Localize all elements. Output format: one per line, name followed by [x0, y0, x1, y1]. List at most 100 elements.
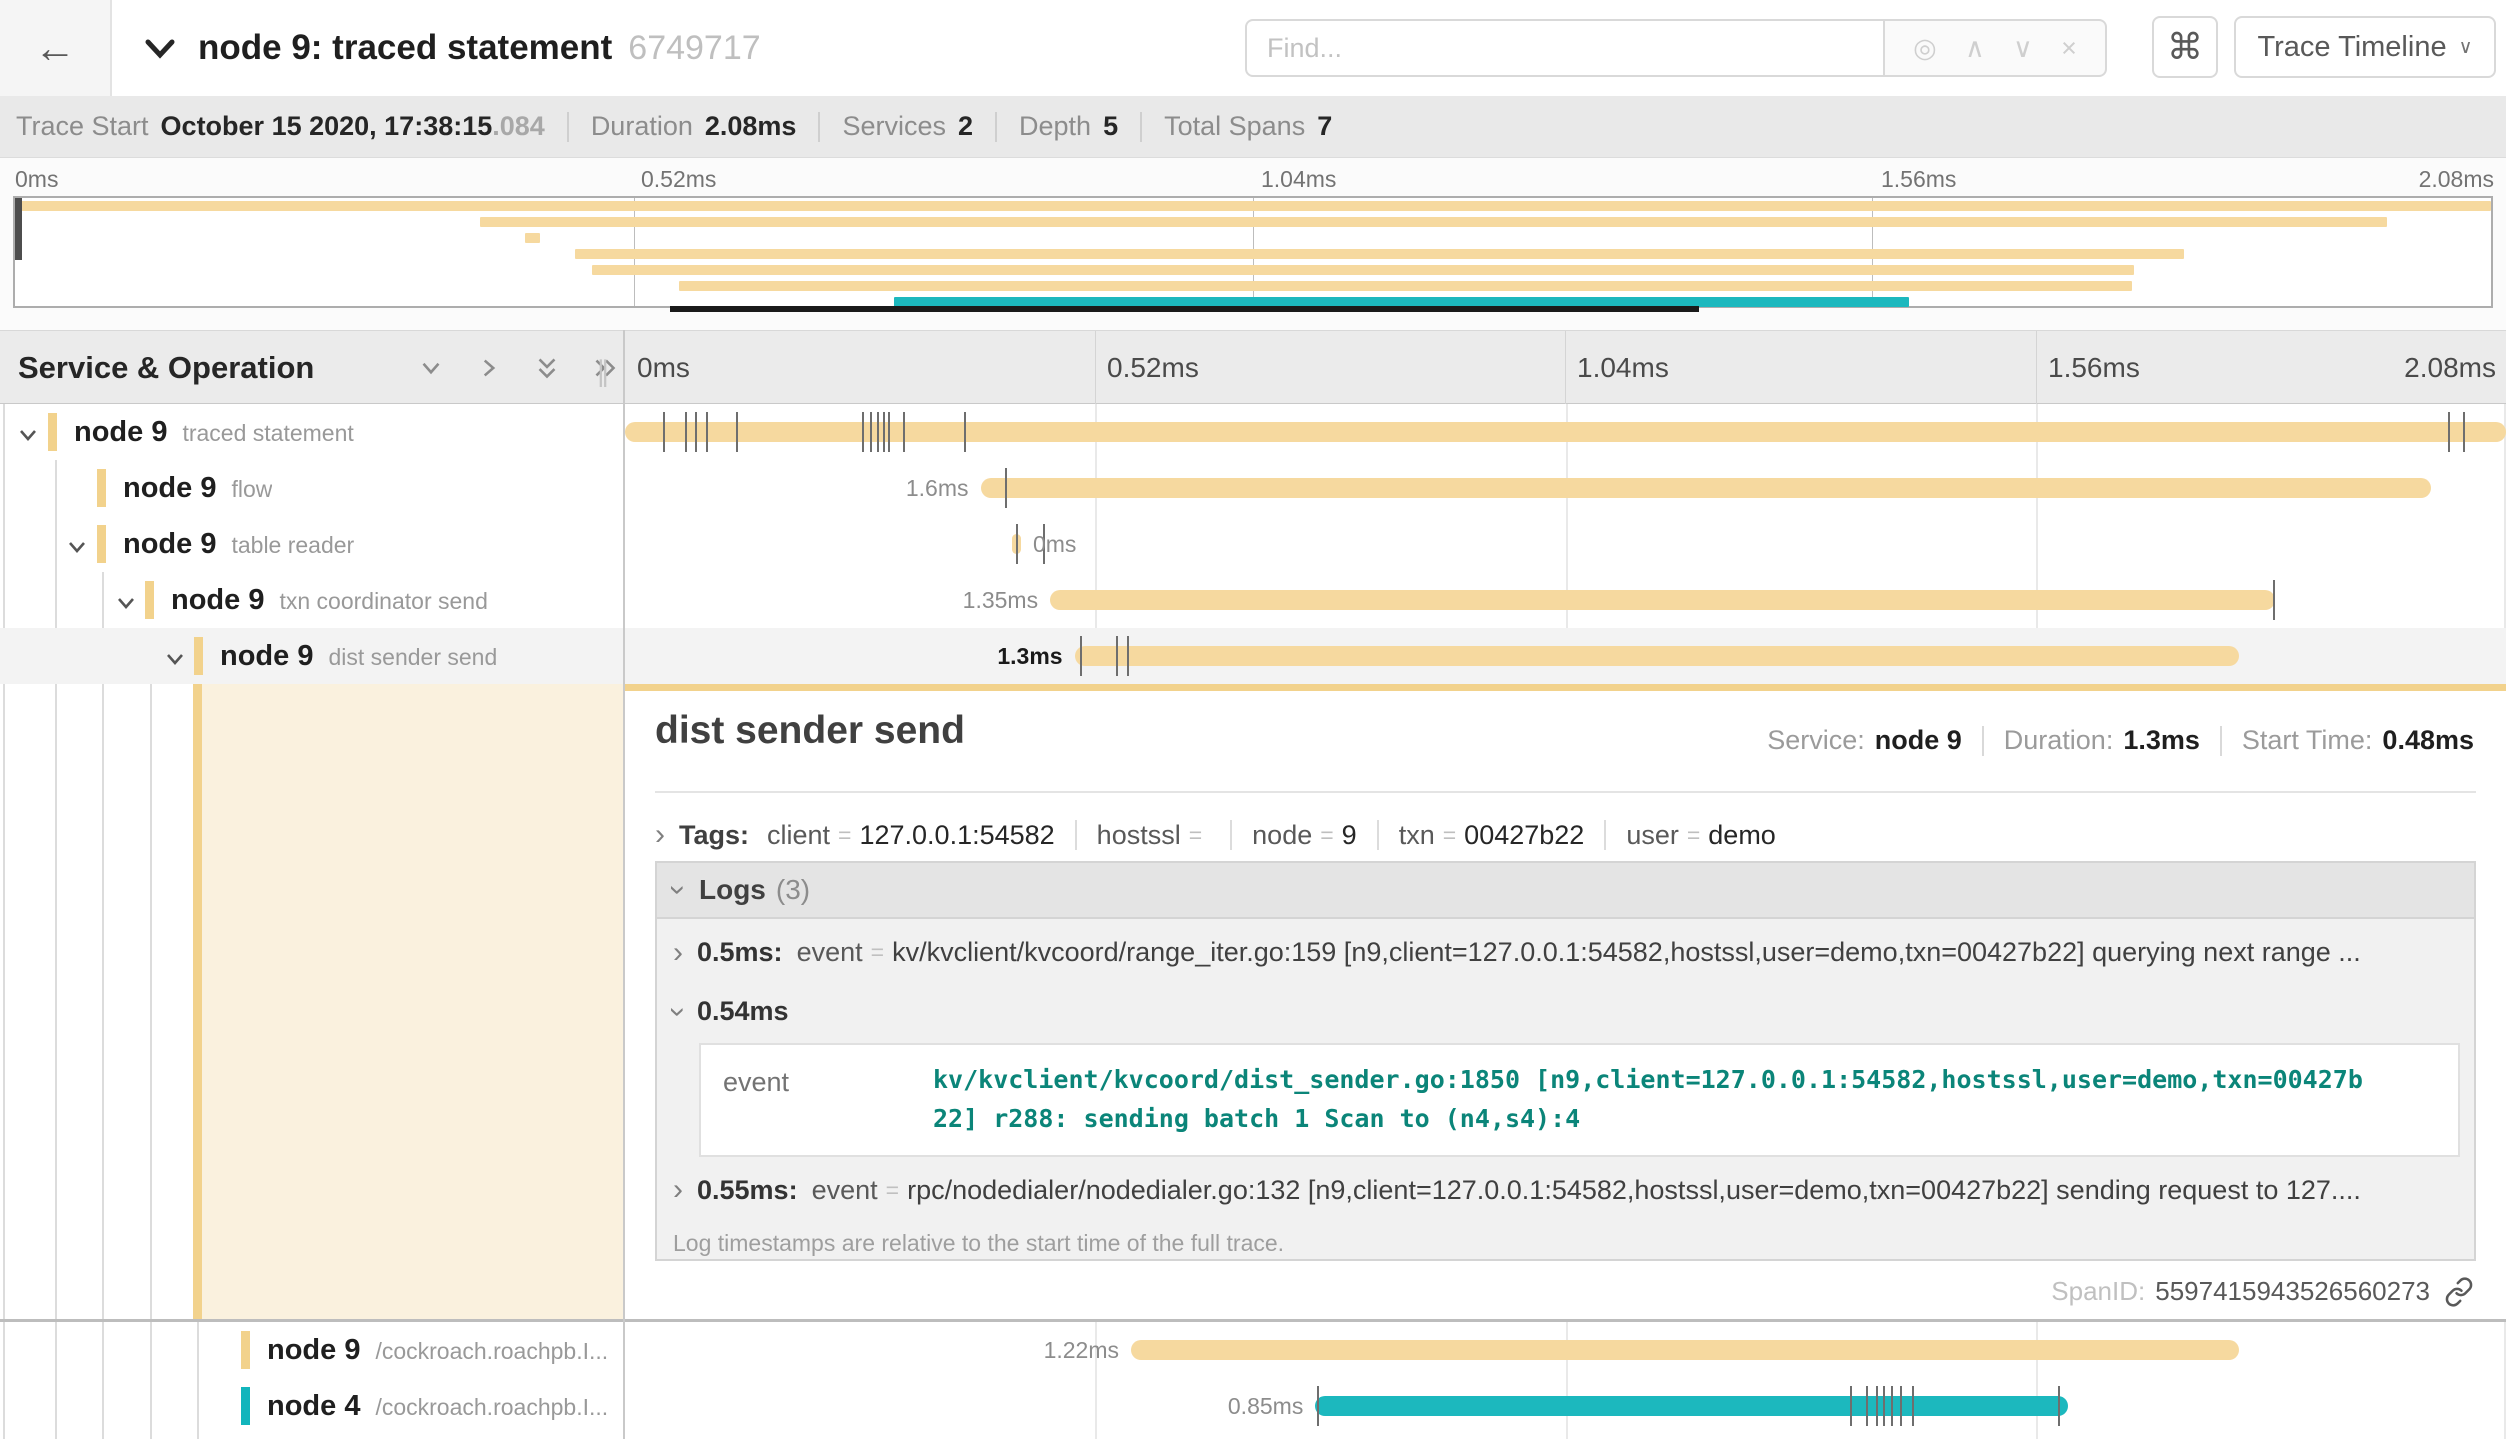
- chevron-down-icon[interactable]: [63, 533, 91, 566]
- chevron-down-icon: ›: [663, 1007, 693, 1017]
- log-entry[interactable]: › 0.55ms: event = rpc/nodedialer/nodedia…: [673, 1175, 2460, 1206]
- span-operation: /cockroach.roachpb.I...: [375, 1323, 608, 1378]
- chevron-right-icon[interactable]: [473, 352, 505, 384]
- trace-viewer: ← node 9: traced statement 6749717 ◎ ∧ ∨…: [0, 0, 2506, 1439]
- page-title: node 9: traced statement: [198, 28, 612, 68]
- span-tree-row[interactable]: node 9flow: [0, 460, 623, 516]
- chevron-down-icon[interactable]: [415, 352, 447, 384]
- detail-panel-bottom-border: [0, 1319, 2506, 1322]
- span-id-row: SpanID: 5597415943526560273: [2051, 1276, 2474, 1307]
- span-tree-row[interactable]: node 9traced statement: [0, 404, 623, 460]
- stat-total-spans: Total Spans 7: [1140, 112, 1332, 142]
- span-bar-row[interactable]: 1.22ms: [625, 1322, 2506, 1378]
- trace-collapse-toggle[interactable]: [140, 28, 180, 73]
- minimap-span-bar: [525, 233, 540, 243]
- span-operation: txn coordinator send: [279, 573, 487, 628]
- ruler-tick-label: 2.08ms: [2404, 331, 2496, 405]
- find-group: ◎ ∧ ∨ ×: [1245, 19, 2107, 77]
- back-button[interactable]: ←: [0, 0, 112, 96]
- link-icon[interactable]: [2444, 1277, 2474, 1307]
- chevron-right-icon: ›: [673, 938, 683, 968]
- span-detail-title: dist sender send: [655, 709, 965, 753]
- span-tree-row-selected[interactable]: node 9dist sender send: [0, 628, 623, 684]
- span-overview: Service: node 9 Duration: 1.3ms Start Ti…: [1767, 725, 2474, 756]
- back-arrow-icon: ←: [34, 24, 76, 72]
- span-color-chip: [48, 413, 57, 451]
- column-divider[interactable]: [623, 330, 625, 1439]
- minimap-span-bar: [592, 265, 2135, 275]
- chevron-right-icon: ›: [673, 1175, 683, 1205]
- span-color-chip: [145, 581, 154, 619]
- find-controls: ◎ ∧ ∨ ×: [1885, 19, 2107, 77]
- tag-node: node=9: [1230, 820, 1357, 850]
- span-duration-label: 1.6ms: [906, 460, 969, 516]
- span-bar-row[interactable]: 0ms: [625, 516, 2506, 572]
- top-bar: ← node 9: traced statement 6749717 ◎ ∧ ∨…: [0, 0, 2506, 97]
- span-tree-row[interactable]: node 4/cockroach.roachpb.I...: [0, 1378, 623, 1434]
- tags-row[interactable]: › Tags: client=127.0.0.1:54582 hostssl= …: [655, 809, 1776, 861]
- chevron-down-icon[interactable]: [161, 645, 189, 678]
- span-bar-row[interactable]: 1.6ms: [625, 460, 2506, 516]
- span-tree-row[interactable]: node 9/cockroach.roachpb.I...: [0, 1322, 623, 1378]
- stat-depth: Depth 5: [995, 112, 1118, 142]
- minimap-scrub-handle[interactable]: [15, 198, 22, 260]
- indent-guide: [102, 572, 104, 1439]
- span-bar-row-selected[interactable]: 1.3ms: [625, 628, 2506, 684]
- span-color-chip: [97, 525, 106, 563]
- ruler-gridline: [1095, 331, 1096, 405]
- locate-icon[interactable]: ◎: [1913, 35, 1937, 62]
- log-tick-marks: [625, 1378, 2506, 1434]
- span-operation: dist sender send: [328, 629, 497, 684]
- span-service: node 9: [267, 1322, 360, 1378]
- log-tick-marks: [625, 516, 2506, 572]
- minimap-tick-label: 1.56ms: [1881, 166, 1956, 193]
- view-selector-button[interactable]: Trace Timeline ∨: [2234, 16, 2496, 78]
- span-tree-row[interactable]: node 9txn coordinator send: [0, 572, 623, 628]
- trace-stats-bar: Trace Start October 15 2020, 17:38:15 .0…: [0, 96, 2506, 158]
- minimap-span-bar: [575, 249, 2184, 259]
- span-duration-label: 1.3ms: [997, 628, 1062, 684]
- chevron-down-icon[interactable]: [14, 421, 42, 454]
- overview-duration: Duration: 1.3ms: [1982, 726, 2200, 756]
- logs-footnote: Log timestamps are relative to the start…: [673, 1230, 2474, 1257]
- log-entry-expanded[interactable]: › 0.54ms: [673, 996, 2460, 1027]
- selected-span-indent-fill: [202, 684, 623, 1319]
- span-bar-row[interactable]: [625, 404, 2506, 460]
- log-entry[interactable]: › 0.5ms: event = kv/kvclient/kvcoord/ran…: [673, 937, 2460, 968]
- clear-icon[interactable]: ×: [2061, 35, 2077, 62]
- expand-collapse-controls: [415, 331, 621, 405]
- logs-header[interactable]: › Logs (3): [657, 863, 2474, 919]
- log-tick-marks: [625, 404, 2506, 460]
- minimap-viewport-track: [13, 306, 2493, 312]
- view-selector-label: Trace Timeline: [2257, 31, 2446, 64]
- chevron-down-icon: ›: [663, 885, 693, 895]
- minimap-tick-label: 2.08ms: [2419, 166, 2494, 193]
- minimap-tick-label: 0.52ms: [641, 166, 716, 193]
- double-chevron-down-icon[interactable]: [531, 352, 563, 384]
- log-timestamp: 0.5ms:: [697, 937, 783, 968]
- chevron-up-icon[interactable]: ∧: [1965, 35, 1985, 62]
- span-color-chip: [241, 1331, 250, 1369]
- trace-id: 6749717: [628, 29, 760, 68]
- span-operation: flow: [231, 461, 272, 516]
- span-tree-panel: node 9traced statement node 9flow node 9…: [0, 404, 623, 1439]
- column-resizer-grip[interactable]: ∥: [596, 355, 610, 388]
- chevron-down-icon[interactable]: ∨: [2013, 35, 2033, 62]
- keyboard-shortcuts-button[interactable]: ⌘: [2152, 16, 2218, 78]
- log-timestamp: 0.54ms: [697, 996, 789, 1027]
- find-input[interactable]: [1245, 19, 1885, 77]
- minimap-viewport-indicator[interactable]: [670, 306, 1699, 312]
- chevron-right-icon[interactable]: ›: [655, 820, 665, 850]
- minimap-tick-label: 0ms: [15, 166, 58, 193]
- chevron-down-icon[interactable]: [112, 589, 140, 622]
- log-detail-table: event kv/kvclient/kvcoord/dist_sender.go…: [699, 1043, 2460, 1157]
- minimap-span-bar: [480, 217, 2387, 227]
- span-bar[interactable]: [1131, 1340, 2239, 1360]
- chevron-down-icon: ∨: [2459, 36, 2473, 59]
- span-tree-row[interactable]: node 9table reader: [0, 516, 623, 572]
- span-bar-row[interactable]: 1.35ms: [625, 572, 2506, 628]
- span-duration-label: 1.35ms: [963, 572, 1038, 628]
- minimap-tick-label: 1.04ms: [1261, 166, 1336, 193]
- minimap-canvas[interactable]: [13, 196, 2493, 308]
- span-bar-row[interactable]: 0.85ms: [625, 1378, 2506, 1434]
